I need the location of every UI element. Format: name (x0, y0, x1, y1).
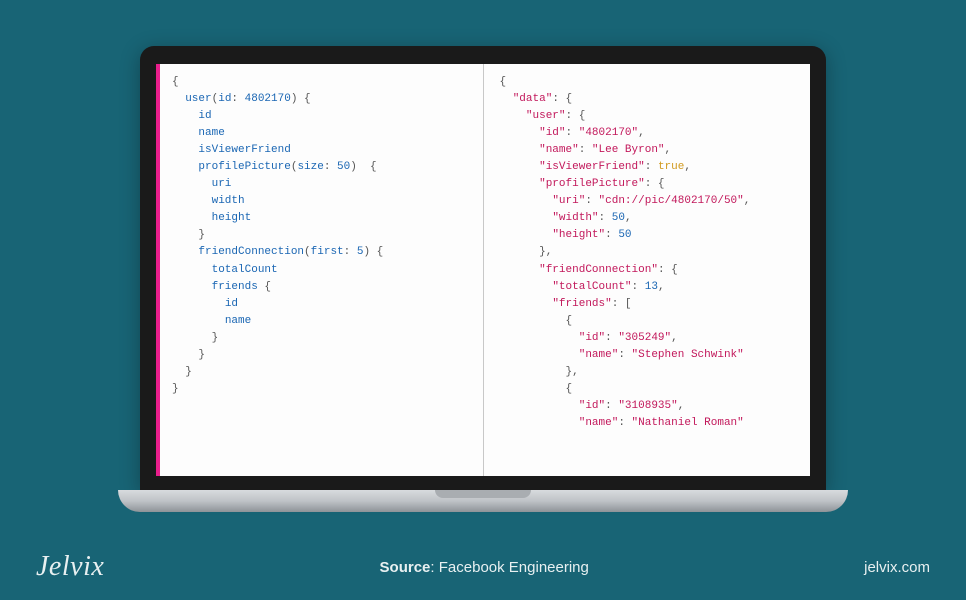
laptop-base (118, 490, 848, 512)
jelvix-url: jelvix.com (864, 559, 930, 576)
laptop-mockup: { user(id: 4802170) { id name isViewerFr… (140, 46, 826, 524)
footer-bar: Jelvix Source: Facebook Engineering jelv… (0, 544, 966, 600)
response-pane: { "data": { "user": { "id": "4802170", "… (484, 64, 811, 476)
code-screen: { user(id: 4802170) { id name isViewerFr… (156, 64, 810, 476)
source-label: Source (380, 559, 431, 576)
laptop-bezel: { user(id: 4802170) { id name isViewerFr… (140, 46, 826, 490)
jelvix-logo: Jelvix (36, 551, 104, 583)
source-attribution: Source: Facebook Engineering (380, 559, 589, 576)
left-accent-bar (156, 64, 160, 476)
laptop-notch (435, 490, 531, 498)
source-value: Facebook Engineering (439, 559, 589, 576)
query-user-id: 4802170 (245, 93, 291, 105)
query-pane: { user(id: 4802170) { id name isViewerFr… (156, 64, 483, 476)
query-user-field: user (185, 93, 211, 105)
